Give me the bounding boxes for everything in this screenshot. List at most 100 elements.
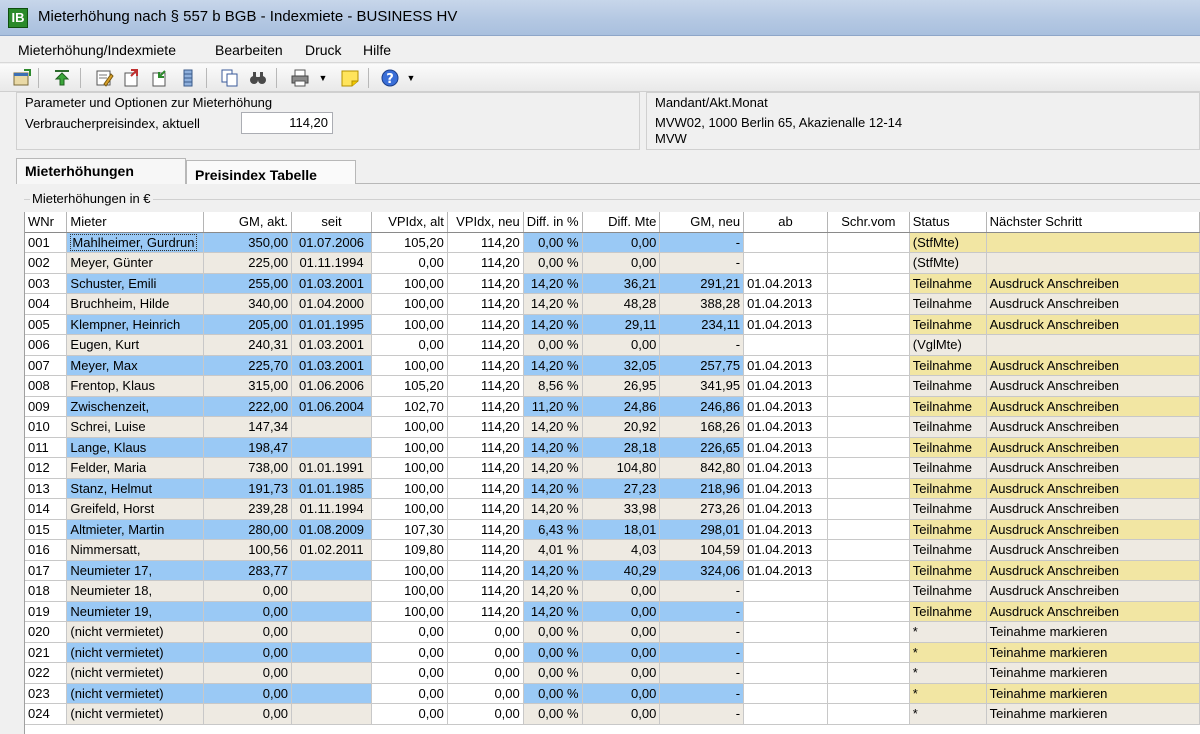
cell-diff-mte[interactable]: 40,29	[582, 560, 661, 581]
cell-gm-neu[interactable]: 104,59	[659, 539, 745, 561]
cell-mieter[interactable]: Frentop, Klaus	[66, 375, 205, 397]
cell-vpi-alt[interactable]: 0,00	[371, 252, 448, 274]
col-header-status[interactable]: Status	[909, 212, 987, 233]
cell-gm-akt[interactable]: 225,00	[203, 252, 293, 274]
cell-wnr[interactable]: 008	[25, 375, 68, 397]
cell-status[interactable]: Teilnahme	[909, 314, 987, 335]
cell-diff-mte[interactable]: 0,00	[582, 252, 661, 274]
cell-gm-akt[interactable]: 0,00	[203, 703, 293, 725]
cell-diff-pct[interactable]: 0,00 %	[523, 683, 583, 704]
cell-vpi-alt[interactable]: 100,00	[371, 478, 448, 499]
cell-vpi-alt[interactable]: 100,00	[371, 498, 448, 520]
cell-status[interactable]: Teilnahme	[909, 355, 987, 376]
cell-vpi-neu[interactable]: 114,20	[447, 375, 524, 397]
cell-status[interactable]: (StfMte)	[909, 232, 987, 253]
cell-gm-neu[interactable]: 234,11	[659, 314, 745, 335]
cell-gm-neu[interactable]: -	[659, 580, 745, 602]
cell-mieter[interactable]: Meyer, Max	[66, 355, 205, 376]
cell-ab[interactable]: 01.04.2013	[743, 457, 828, 479]
cell-diff-mte[interactable]: 0,00	[582, 703, 661, 725]
cell-seit[interactable]: 01.03.2001	[291, 273, 372, 294]
cell-gm-neu[interactable]: 226,65	[659, 437, 745, 458]
cell-gm-neu[interactable]: 246,86	[659, 396, 745, 417]
cell-diff-mte[interactable]: 104,80	[582, 457, 661, 479]
cell-vpi-neu[interactable]: 114,20	[447, 293, 524, 315]
cell-ab[interactable]	[743, 601, 828, 622]
cell-mieter[interactable]: Neumieter 18,	[66, 580, 205, 602]
cell-wnr[interactable]: 010	[25, 416, 68, 438]
cell-diff-pct[interactable]: 0,00 %	[523, 252, 583, 274]
menu-mieterhoehung[interactable]: Mieterhöhung/Indexmiete	[18, 42, 176, 58]
cell-gm-akt[interactable]: 315,00	[203, 375, 293, 397]
cell-status[interactable]: (StfMte)	[909, 252, 987, 274]
cell-wnr[interactable]: 001	[25, 232, 68, 253]
table-row[interactable]: 022 (nicht vermietet) 0,00 0,00 0,00 0,00 % 0,…	[25, 662, 1200, 684]
cell-mieter[interactable]: Altmieter, Martin	[66, 519, 205, 540]
cell-ab[interactable]	[743, 683, 828, 704]
cell-diff-pct[interactable]: 14,20 %	[523, 478, 583, 499]
cell-seit[interactable]	[291, 580, 372, 602]
cell-gm-neu[interactable]: 291,21	[659, 273, 745, 294]
cell-status[interactable]: Teilnahme	[909, 293, 987, 315]
cell-ab[interactable]	[743, 232, 828, 253]
cell-status[interactable]: Teilnahme	[909, 478, 987, 499]
cell-schr-vom[interactable]	[827, 539, 910, 561]
cell-diff-pct[interactable]: 0,00 %	[523, 232, 583, 253]
cell-next-step[interactable]: Ausdruck Anschreiben	[986, 293, 1200, 315]
cell-diff-pct[interactable]: 11,20 %	[523, 396, 583, 417]
cell-diff-mte[interactable]: 0,00	[582, 334, 661, 356]
cell-ab[interactable]: 01.04.2013	[743, 396, 828, 417]
cell-gm-akt[interactable]: 240,31	[203, 334, 293, 356]
cell-status[interactable]: Teilnahme	[909, 539, 987, 561]
cell-vpi-alt[interactable]: 107,30	[371, 519, 448, 540]
cell-mieter[interactable]: Klempner, Heinrich	[66, 314, 205, 335]
cell-next-step[interactable]	[986, 232, 1200, 253]
cell-schr-vom[interactable]	[827, 437, 910, 458]
vpi-input[interactable]: 114,20	[241, 112, 333, 134]
cell-gm-akt[interactable]: 283,77	[203, 560, 293, 581]
cell-diff-pct[interactable]: 0,00 %	[523, 662, 583, 684]
cell-gm-neu[interactable]: -	[659, 642, 745, 663]
cell-next-step[interactable]: Ausdruck Anschreiben	[986, 457, 1200, 479]
cell-next-step[interactable]: Teinahme markieren	[986, 683, 1200, 704]
col-header-schr-vom[interactable]: Schr.vom	[827, 212, 910, 233]
cell-mieter[interactable]: Neumieter 17,	[66, 560, 205, 581]
cell-diff-mte[interactable]: 36,21	[582, 273, 661, 294]
cell-vpi-alt[interactable]: 100,00	[371, 580, 448, 602]
cell-seit[interactable]	[291, 703, 372, 725]
cell-next-step[interactable]: Ausdruck Anschreiben	[986, 416, 1200, 438]
cell-mieter[interactable]: Schrei, Luise	[66, 416, 205, 438]
col-header-diff-pct[interactable]: Diff. in %	[523, 212, 583, 233]
col-header-gm-neu[interactable]: GM, neu	[659, 212, 745, 233]
cell-mieter[interactable]: (nicht vermietet)	[66, 642, 205, 663]
cell-ab[interactable]: 01.04.2013	[743, 560, 828, 581]
cell-mieter[interactable]: Bruchheim, Hilde	[66, 293, 205, 315]
cell-diff-pct[interactable]: 0,00 %	[523, 334, 583, 356]
cell-seit[interactable]: 01.06.2006	[291, 375, 372, 397]
cell-ab[interactable]: 01.04.2013	[743, 314, 828, 335]
cell-seit[interactable]	[291, 621, 372, 643]
chevron-down-icon[interactable]: ▼	[318, 68, 328, 88]
cell-next-step[interactable]: Teinahme markieren	[986, 662, 1200, 684]
cell-schr-vom[interactable]	[827, 519, 910, 540]
cell-schr-vom[interactable]	[827, 252, 910, 274]
cell-wnr[interactable]: 023	[25, 683, 68, 704]
cell-diff-mte[interactable]: 0,00	[582, 232, 661, 253]
cell-next-step[interactable]: Ausdruck Anschreiben	[986, 560, 1200, 581]
cell-diff-pct[interactable]: 0,00 %	[523, 703, 583, 725]
cell-schr-vom[interactable]	[827, 293, 910, 315]
cell-vpi-neu[interactable]: 114,20	[447, 273, 524, 294]
cell-gm-akt[interactable]: 0,00	[203, 621, 293, 643]
cell-vpi-alt[interactable]: 100,00	[371, 314, 448, 335]
cell-schr-vom[interactable]	[827, 621, 910, 643]
rent-increase-grid[interactable]: WNr Mieter GM, akt. seit VPIdx, alt VPId…	[24, 212, 1200, 734]
cell-mieter[interactable]: Felder, Maria	[66, 457, 205, 479]
table-row[interactable]: 010 Schrei, Luise 147,34 100,00 114,20 14,20 …	[25, 416, 1200, 438]
cell-ab[interactable]: 01.04.2013	[743, 519, 828, 540]
cell-diff-pct[interactable]: 14,20 %	[523, 355, 583, 376]
cell-diff-pct[interactable]: 14,20 %	[523, 314, 583, 335]
cell-next-step[interactable]: Teinahme markieren	[986, 703, 1200, 725]
table-row[interactable]: 021 (nicht vermietet) 0,00 0,00 0,00 0,00 % 0,…	[25, 642, 1200, 663]
cell-gm-neu[interactable]: -	[659, 703, 745, 725]
cell-seit[interactable]: 01.11.1994	[291, 252, 372, 274]
